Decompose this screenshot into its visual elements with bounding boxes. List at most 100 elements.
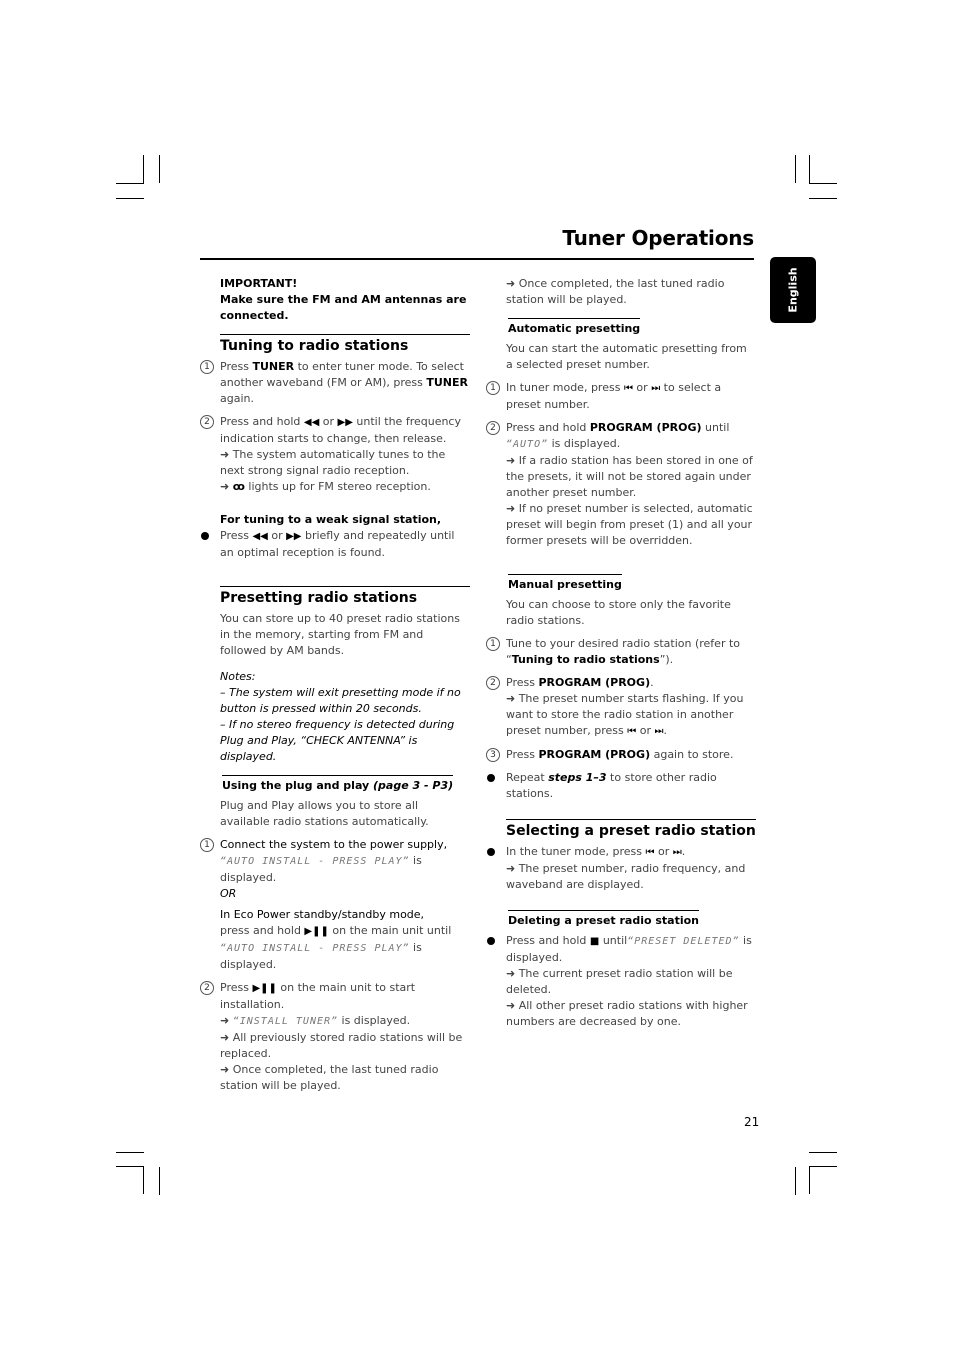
result-text: ➜ The system automatically tunes to the …	[220, 448, 446, 477]
arrow-icon: ➜	[220, 480, 233, 493]
text: Press	[220, 981, 253, 994]
tuner-button-ref: TUNER	[426, 376, 468, 389]
deleting-step: Press and hold ■ until“PRESET DELETED” i…	[486, 933, 756, 1030]
crop-mark	[116, 1152, 144, 1153]
automatic-step-1: 1 In tuner mode, press ⏮ or ⏭ to select …	[486, 380, 756, 413]
result-text: ➜ The preset number starts flashing. If …	[506, 692, 744, 737]
step-number-2: 2	[486, 676, 500, 690]
step-number-2: 2	[200, 981, 214, 995]
bullet-icon	[201, 532, 209, 540]
result-text: ➜ The preset number, radio frequency, an…	[506, 862, 746, 891]
text: Connect the system to the power supply,	[220, 838, 448, 851]
tuning-step-2: 2 Press and hold ◀◀ or ▶▶ until the freq…	[200, 414, 470, 495]
notes-label: Notes:	[220, 670, 256, 683]
text: or	[632, 381, 652, 394]
program-button-ref: PROGRAM (PROG)	[538, 676, 651, 689]
cross-reference: Tuning to radio stations	[511, 653, 660, 666]
program-button-ref: PROGRAM (PROG)	[589, 421, 702, 434]
play-pause-icon: ▶❚❚	[304, 926, 329, 937]
result-text: ➜ Once completed, the last tuned radio s…	[220, 1063, 439, 1092]
result-text: ➜ If a radio station has been stored in …	[506, 454, 753, 499]
crop-mark	[809, 1166, 810, 1194]
text: is displayed.	[548, 437, 621, 450]
crop-mark	[116, 1166, 144, 1167]
tuner-button-ref: TUNER	[252, 360, 295, 373]
lcd-text: “PRESET DELETED”	[627, 936, 740, 947]
manual-repeat: Repeat steps 1–3 to store other radio st…	[486, 770, 756, 802]
text: Press and hold	[506, 934, 590, 947]
manual-step-2: 2 Press PROGRAM (PROG). ➜ The preset num…	[486, 675, 756, 740]
crop-mark	[795, 155, 796, 183]
lcd-text: “AUTO”	[506, 439, 549, 450]
page-title: Tuner Operations	[562, 226, 754, 250]
text: Press	[220, 360, 253, 373]
fast-forward-icon: ▶▶	[337, 417, 353, 428]
result-text: ➜ All other preset radio stations with h…	[506, 999, 748, 1028]
text: press and hold	[220, 924, 305, 937]
crop-mark	[116, 183, 144, 184]
step-number-1: 1	[486, 381, 500, 395]
important-label: IMPORTANT!	[220, 277, 298, 290]
page-reference: (page 3 - P3)	[373, 779, 454, 792]
lcd-text: “AUTO INSTALL - PRESS PLAY”	[220, 856, 410, 867]
rewind-icon: ◀◀	[303, 417, 320, 428]
language-tab: English	[770, 257, 816, 323]
stop-icon: ■	[589, 936, 600, 947]
text: .	[650, 676, 654, 689]
page-number: 21	[744, 1115, 760, 1129]
previous-icon: ⏮	[623, 383, 633, 394]
step-number-2: 2	[200, 415, 214, 429]
previous-icon: ⏮	[627, 726, 637, 737]
bullet-icon	[487, 774, 495, 782]
section-heading-selecting: Selecting a preset radio station	[506, 819, 756, 840]
steps-reference: steps 1–3	[548, 771, 607, 784]
plug-play-step-1: 1 Connect the system to the power supply…	[200, 837, 470, 973]
subsection-heading-automatic: Automatic presetting	[508, 318, 641, 337]
result-text: lights up for FM stereo reception.	[244, 480, 431, 493]
manual-intro: You can choose to store only the favorit…	[506, 598, 731, 627]
weak-signal-step: Press ◀◀ or ▶▶ briefly and repeatedly un…	[200, 528, 470, 561]
weak-signal-heading: For tuning to a weak signal station,	[220, 513, 442, 526]
manual-step-3: 3 Press PROGRAM (PROG) again to store.	[486, 747, 756, 763]
text: until	[599, 934, 628, 947]
text: Press	[220, 529, 253, 542]
crop-mark	[143, 155, 144, 183]
note-1: – The system will exit presetting mode i…	[220, 686, 461, 715]
text: Press and hold	[220, 415, 304, 428]
crop-mark	[809, 183, 837, 184]
text: .	[663, 724, 668, 737]
step-number-1: 1	[486, 637, 500, 651]
section-heading-tuning: Tuning to radio stations	[220, 334, 470, 355]
text: ”).	[659, 653, 674, 666]
text: In tuner mode, press	[506, 381, 624, 394]
subsection-heading-plug-play: Using the plug and play (page 3 - P3)	[222, 775, 454, 794]
subsection-heading-manual: Manual presetting	[508, 574, 622, 593]
text: In the tuner mode, press	[506, 845, 646, 858]
text: again.	[220, 392, 254, 405]
lcd-text: “INSTALL TUNER”	[232, 1016, 339, 1027]
rewind-icon: ◀◀	[252, 531, 268, 542]
result-text: ➜ If no preset number is selected, autom…	[506, 502, 753, 547]
text: .	[681, 845, 686, 858]
presetting-intro: You can store up to 40 preset radio stat…	[220, 612, 460, 657]
selecting-step: In the tuner mode, press ⏮ or ⏭. ➜ The p…	[486, 844, 756, 893]
play-pause-icon: ▶❚❚	[252, 983, 277, 994]
subsection-heading-deleting: Deleting a preset radio station	[508, 910, 700, 929]
next-icon: ⏭	[651, 383, 661, 394]
fast-forward-icon: ▶▶	[286, 531, 302, 542]
result-text: ➜ All previously stored radio stations w…	[220, 1031, 463, 1060]
arrow-icon: ➜	[220, 1014, 233, 1027]
step-number-1: 1	[200, 838, 214, 852]
program-button-ref: PROGRAM (PROG)	[538, 748, 651, 761]
step-number-1: 1	[200, 360, 214, 374]
continued-text: ➜ Once completed, the last tuned radio s…	[506, 277, 725, 306]
text: Press and hold	[506, 421, 590, 434]
text: Press	[506, 748, 539, 761]
crop-mark	[116, 198, 144, 199]
text: is displayed.	[338, 1014, 411, 1027]
text: Press	[506, 676, 539, 689]
text: or	[319, 415, 338, 428]
crop-mark	[809, 1166, 837, 1167]
text: or	[636, 724, 655, 737]
text: or	[654, 845, 673, 858]
